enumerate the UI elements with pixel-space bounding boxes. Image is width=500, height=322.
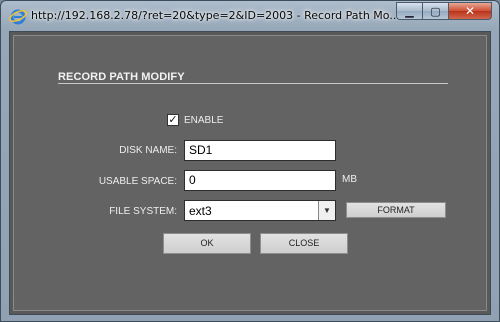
file-system-value: ext3 [189,204,212,218]
ok-button[interactable]: OK [163,233,251,254]
minimize-icon[interactable]: ▁ [396,2,422,20]
window-controls: ▁ ▢ ✕ [396,2,492,21]
form-panel: RECORD PATH MODIFY ✓ ENABLE DISK NAME: S… [13,35,487,311]
heading-divider [58,83,448,84]
chevron-down-icon[interactable]: ▼ [318,201,335,220]
window-title: http://192.168.2.78/?ret=20&type=2&ID=20… [31,9,400,22]
maximize-icon[interactable]: ▢ [422,2,448,20]
window-content: RECORD PATH MODIFY ✓ ENABLE DISK NAME: S… [9,31,491,315]
usable-space-unit: MB [342,174,357,185]
usable-space-label: USABLE SPACE: [98,176,177,187]
file-system-select[interactable]: ext3 ▼ [184,200,336,221]
title-bar[interactable]: http://192.168.2.78/?ret=20&type=2&ID=20… [1,1,499,31]
format-button[interactable]: FORMAT [346,202,446,218]
file-system-label: FILE SYSTEM: [109,206,177,217]
disk-name-label: DISK NAME: [119,145,177,156]
internet-explorer-icon [9,9,27,25]
disk-name-field[interactable]: SD1 [184,140,336,161]
enable-label: ENABLE [184,115,224,126]
usable-space-field[interactable]: 0 [184,170,336,191]
close-button[interactable]: CLOSE [260,233,348,254]
page-title: RECORD PATH MODIFY [58,71,185,83]
popup-window: http://192.168.2.78/?ret=20&type=2&ID=20… [0,0,500,322]
close-icon[interactable]: ✕ [448,2,492,20]
enable-checkbox[interactable]: ✓ [167,114,179,126]
